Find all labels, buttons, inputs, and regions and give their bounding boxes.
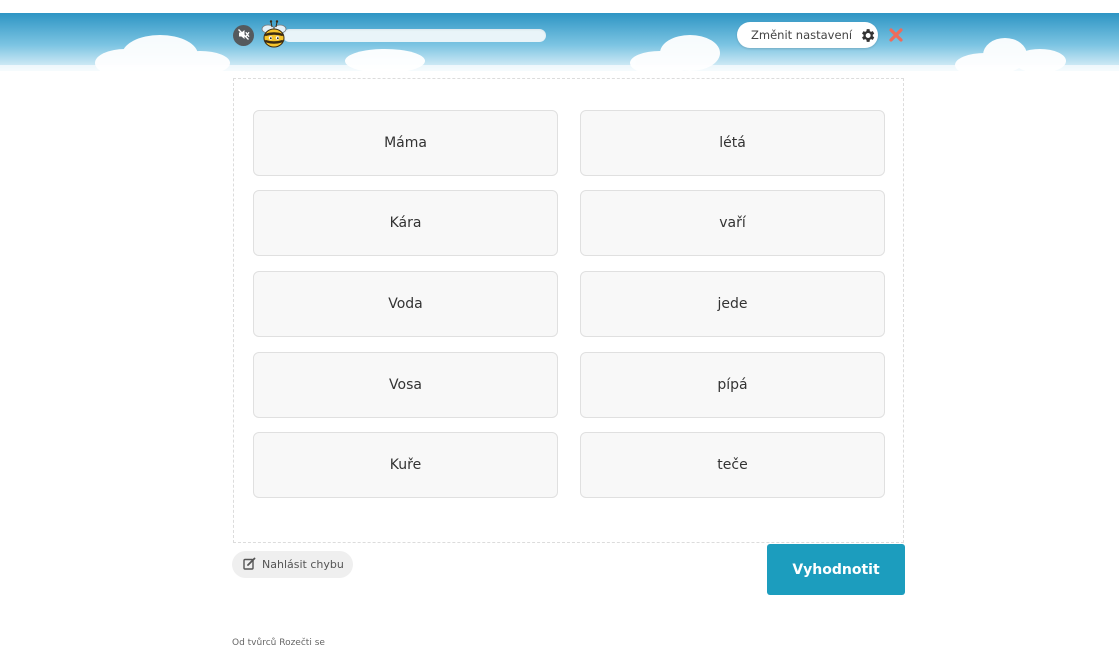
word-card-left[interactable]: Kuře <box>253 432 558 498</box>
matching-exercise-area: Máma Kára Voda Vosa Kuře létá vaří jede … <box>233 78 904 543</box>
word-card-right[interactable]: létá <box>580 110 885 176</box>
report-error-button[interactable]: Nahlásit chybu <box>232 551 353 578</box>
close-icon <box>888 28 904 47</box>
word-card-label: Máma <box>384 135 427 151</box>
word-card-label: vaří <box>719 215 746 231</box>
sound-off-icon <box>237 26 250 45</box>
gear-icon <box>859 27 876 44</box>
word-card-right[interactable]: teče <box>580 432 885 498</box>
word-card-right[interactable]: pípá <box>580 352 885 418</box>
page: Změnit nastavení Máma Kára Voda Vosa Kuř… <box>0 0 1119 645</box>
change-settings-button[interactable]: Změnit nastavení <box>737 22 878 48</box>
change-settings-label: Změnit nastavení <box>751 28 853 42</box>
close-exercise-button[interactable] <box>888 27 904 43</box>
word-card-left[interactable]: Voda <box>253 271 558 337</box>
word-card-right[interactable]: vaří <box>580 190 885 256</box>
word-card-label: létá <box>719 135 746 151</box>
bee-icon <box>260 18 288 50</box>
footer-credit[interactable]: Od tvůrců Rozečti se <box>232 637 325 645</box>
word-card-right[interactable]: jede <box>580 271 885 337</box>
evaluate-button[interactable]: Vyhodnotit <box>767 544 905 595</box>
sound-toggle-button[interactable] <box>233 25 254 46</box>
word-card-left[interactable]: Kára <box>253 190 558 256</box>
word-card-label: Voda <box>388 296 423 312</box>
word-card-label: Kuře <box>389 457 422 473</box>
word-card-left[interactable]: Máma <box>253 110 558 176</box>
word-card-label: Vosa <box>389 377 422 393</box>
word-card-left[interactable]: Vosa <box>253 352 558 418</box>
word-card-label: pípá <box>717 377 748 393</box>
word-card-label: teče <box>717 457 748 473</box>
word-card-label: jede <box>717 296 748 312</box>
edit-icon <box>243 555 256 574</box>
header-sky-background <box>0 13 1119 71</box>
word-card-label: Kára <box>389 215 422 231</box>
progress-bar <box>283 29 546 42</box>
report-error-label: Nahlásit chybu <box>262 558 344 571</box>
